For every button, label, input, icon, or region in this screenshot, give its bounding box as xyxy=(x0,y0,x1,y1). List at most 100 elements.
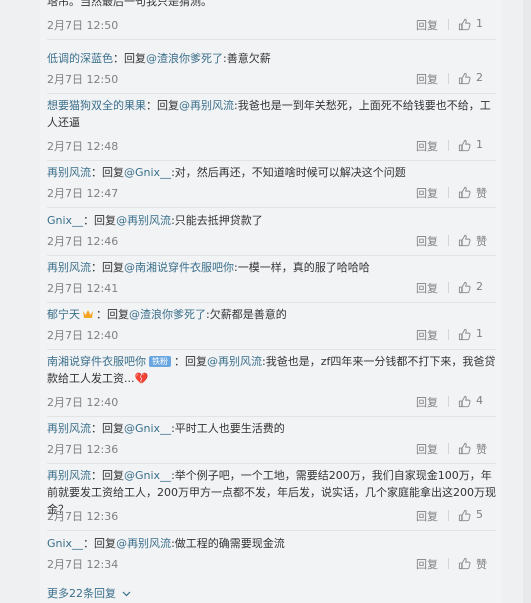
divider xyxy=(448,329,449,340)
mention-link[interactable]: @再别风流 xyxy=(116,537,171,550)
comment-meta: 2月7日 12:46 回复 赞 xyxy=(47,233,496,249)
thumbs-up-icon xyxy=(458,139,471,152)
comment-text: 再别风流：回复@南湘说穿件衣服吧你:一模一样，真的服了哈哈哈 xyxy=(47,259,496,276)
commenter-name[interactable]: 再别风流 xyxy=(47,261,91,274)
reply-button[interactable]: 回复 xyxy=(416,233,438,249)
comment-time: 2月7日 12:48 xyxy=(47,140,119,153)
comment-body: 塔吊。当然最后一句我只是猜测。 xyxy=(47,0,212,8)
comment-time: 2月7日 12:40 xyxy=(47,329,119,342)
comment-text: 郁宁天 ：回复@渣浪你爹死了:欠薪都是善意的 xyxy=(47,306,496,324)
comment-item: 郁宁天 ：回复@渣浪你爹死了:欠薪都是善意的 2月7日 12:40 回复 1 xyxy=(47,306,496,350)
reply-button[interactable]: 回复 xyxy=(416,71,438,87)
crown-icon xyxy=(82,307,94,324)
comment-item: 再别风流：回复@南湘说穿件衣服吧你:一模一样，真的服了哈哈哈 2月7日 12:41… xyxy=(47,259,496,303)
divider xyxy=(448,187,449,198)
comment-replies-panel: 更多22条回复 塔吊。当然最后一句我只是猜测。 2月7日 12:50 回复 1 低调的深… xyxy=(40,0,502,603)
row-divider xyxy=(47,93,496,94)
comment-meta: 2月7日 12:40 回复 1 xyxy=(47,327,496,343)
reply-button[interactable]: 回复 xyxy=(416,508,438,524)
commenter-name[interactable]: 南湘说穿件衣服吧你 xyxy=(47,355,146,368)
like-button[interactable]: 5 xyxy=(458,508,496,524)
row-divider xyxy=(47,530,496,531)
like-count: 赞 xyxy=(476,235,487,248)
mention-link[interactable]: @Gnix__ xyxy=(124,422,171,435)
comment-item: 再别风流：回复@Gnix__:平时工人也要生活费的 2月7日 12:36 回复 赞 xyxy=(47,420,496,464)
commenter-name[interactable]: 再别风流 xyxy=(47,422,91,435)
like-button[interactable]: 赞 xyxy=(458,185,496,201)
comment-body: :善意欠薪 xyxy=(223,52,271,65)
row-divider xyxy=(47,207,496,208)
more-replies-link[interactable]: 更多22条回复 xyxy=(47,585,131,601)
comment-item: 南湘说穿件衣服吧你 铁粉 ：回复@再别风流:我爸也是，zf四年来一分钱都不打下来，我… xyxy=(47,353,496,417)
commenter-name[interactable]: 郁宁天 xyxy=(47,308,80,321)
like-button[interactable]: 2 xyxy=(458,71,496,87)
comment-body: ：回复 xyxy=(91,261,124,274)
like-count: 赞 xyxy=(476,443,487,456)
like-button[interactable]: 1 xyxy=(458,327,496,343)
like-count: 1 xyxy=(476,17,483,30)
comment-body: :只能去抵押贷款了 xyxy=(171,214,263,227)
mention-link[interactable]: @再别风流 xyxy=(207,355,262,368)
mention-link[interactable]: @渣浪你爹死了 xyxy=(129,308,206,321)
reply-button[interactable]: 回复 xyxy=(416,280,438,296)
comment-item: 再别风流：回复@Gnix__:对，然后再还，不知道啥时候可以解决这个问题 2月7日… xyxy=(47,164,496,208)
comment-body: ：回复 xyxy=(146,99,179,112)
comment-body: ：回复 xyxy=(174,355,207,368)
scrollbar[interactable] xyxy=(523,0,531,603)
like-count: 5 xyxy=(476,508,483,521)
like-count: 4 xyxy=(476,394,483,407)
like-button[interactable]: 2 xyxy=(458,280,496,296)
thumbs-up-icon xyxy=(458,557,471,570)
comment-meta: 2月7日 12:48 回复 1 xyxy=(47,138,496,154)
reply-button[interactable]: 回复 xyxy=(416,394,438,410)
like-count: 1 xyxy=(476,138,483,151)
comment-text: 塔吊。当然最后一句我只是猜测。 xyxy=(47,0,496,10)
comment-time: 2月7日 12:46 xyxy=(47,235,119,248)
comment-time: 2月7日 12:41 xyxy=(47,282,119,295)
comment-body: :做工程的确需要现金流 xyxy=(171,537,285,550)
comment-body: :欠薪都是善意的 xyxy=(206,308,287,321)
comment-body: :一模一样，真的服了哈哈哈 xyxy=(234,261,370,274)
reply-button[interactable]: 回复 xyxy=(416,17,438,33)
comment-item: 再别风流：回复@Gnix__:举个例子吧，一个工地，需要结200万，我们自家现金… xyxy=(47,467,496,531)
reply-button[interactable]: 回复 xyxy=(416,185,438,201)
like-button[interactable]: 1 xyxy=(458,17,496,33)
mention-link[interactable]: @Gnix__ xyxy=(124,469,171,482)
like-count: 2 xyxy=(476,71,483,84)
comment-time: 2月7日 12:36 xyxy=(47,443,119,456)
reply-button[interactable]: 回复 xyxy=(416,441,438,457)
like-count: 赞 xyxy=(476,558,487,571)
divider xyxy=(448,443,449,454)
reply-button[interactable]: 回复 xyxy=(416,327,438,343)
row-divider xyxy=(47,349,496,350)
commenter-name[interactable]: 再别风流 xyxy=(47,469,91,482)
like-button[interactable]: 4 xyxy=(458,394,496,410)
divider xyxy=(448,235,449,246)
commenter-name[interactable]: 想要猫狗双全的果果 xyxy=(47,99,146,112)
like-button[interactable]: 赞 xyxy=(458,441,496,457)
comment-meta: 2月7日 12:40 回复 4 xyxy=(47,394,496,410)
reply-button[interactable]: 回复 xyxy=(416,556,438,572)
comment-time: 2月7日 12:50 xyxy=(47,19,119,32)
reply-button[interactable]: 回复 xyxy=(416,138,438,154)
row-divider xyxy=(47,160,496,161)
commenter-name[interactable]: Gnix__ xyxy=(47,214,83,227)
like-count: 2 xyxy=(476,280,483,293)
mention-link[interactable]: @Gnix__ xyxy=(124,166,171,179)
mention-link[interactable]: @再别风流 xyxy=(116,214,171,227)
thumbs-up-icon xyxy=(458,442,471,455)
commenter-name[interactable]: 低调的深蓝色 xyxy=(47,52,113,65)
like-button[interactable]: 赞 xyxy=(458,556,496,572)
chevron-down-icon xyxy=(122,591,131,597)
mention-link[interactable]: @渣浪你爹死了 xyxy=(146,52,223,65)
mention-link[interactable]: @南湘说穿件衣服吧你 xyxy=(124,261,234,274)
comment-time: 2月7日 12:47 xyxy=(47,187,119,200)
comment-body: ：回复 xyxy=(96,308,129,321)
mention-link[interactable]: @再别风流 xyxy=(179,99,234,112)
like-button[interactable]: 1 xyxy=(458,138,496,154)
like-button[interactable]: 赞 xyxy=(458,233,496,249)
commenter-name[interactable]: Gnix__ xyxy=(47,537,83,550)
comment-meta: 2月7日 12:36 回复 5 xyxy=(47,508,496,524)
comment-body: ：回复 xyxy=(83,537,117,550)
commenter-name[interactable]: 再别风流 xyxy=(47,166,91,179)
